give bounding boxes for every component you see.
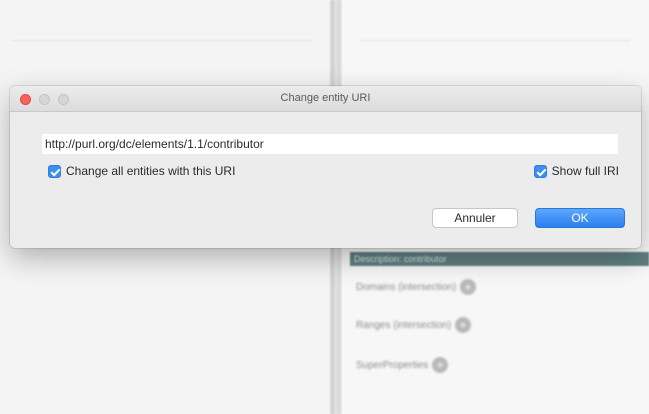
uri-input[interactable]	[42, 134, 618, 154]
show-full-iri-label: Show full IRI	[551, 164, 619, 178]
ranges-row: Ranges (intersection) +	[356, 317, 472, 333]
add-range-icon: +	[455, 317, 472, 333]
superproperties-row: SuperProperties +	[356, 357, 449, 373]
ranges-label: Ranges (intersection)	[356, 319, 452, 331]
add-domain-icon: +	[460, 279, 477, 295]
show-full-iri-option[interactable]: Show full IRI	[533, 164, 619, 178]
change-all-label: Change all entities with this URI	[66, 164, 236, 178]
add-superproperty-icon: +	[432, 357, 449, 373]
cancel-button[interactable]: Annuler	[432, 208, 518, 228]
background-divider-line	[360, 40, 630, 41]
ok-button[interactable]: OK	[535, 208, 625, 228]
dialog-title: Change entity URI	[280, 92, 371, 104]
domains-row: Domains (intersection) +	[356, 279, 477, 295]
superproperties-label: SuperProperties	[356, 359, 429, 371]
show-full-iri-checkbox[interactable]	[533, 164, 547, 178]
domains-label: Domains (intersection)	[356, 281, 457, 293]
change-all-checkbox[interactable]	[48, 164, 61, 178]
change-entity-uri-dialog: Change entity URI Change all entities wi…	[10, 86, 641, 248]
background-divider-line	[12, 40, 312, 41]
change-all-entities-option[interactable]: Change all entities with this URI	[48, 164, 235, 178]
description-section-header: Description: contributor	[350, 252, 649, 266]
dialog-titlebar: Change entity URI	[10, 86, 641, 112]
